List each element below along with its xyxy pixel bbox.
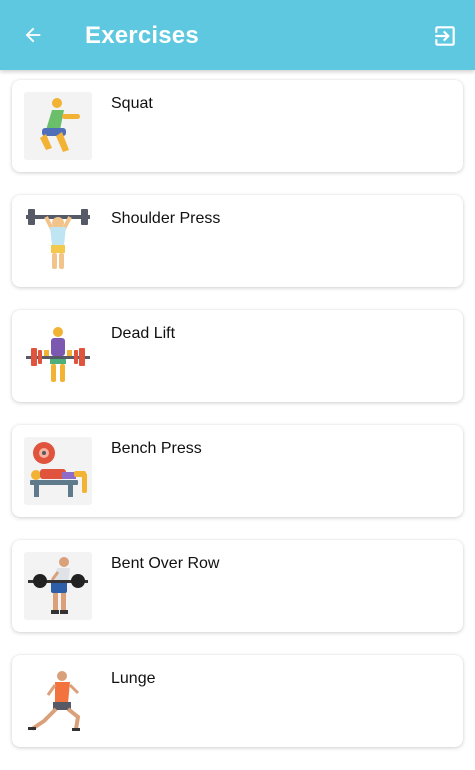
exit-button[interactable] [431, 22, 459, 50]
exercise-name: Bench Press [111, 440, 202, 457]
exercise-card-dead-lift[interactable]: Dead Lift [12, 310, 463, 402]
bent-over-row-illustration [24, 552, 92, 620]
exercise-name: Dead Lift [111, 325, 176, 342]
deadlift-illustration [24, 322, 92, 390]
exercise-card-bent-over-row[interactable]: Bent Over Row [12, 540, 463, 632]
exercise-name: Bent Over Row [111, 555, 220, 572]
exercise-name: Squat [111, 95, 153, 112]
exit-to-app-icon [435, 26, 455, 46]
exercise-name: Lunge [111, 670, 156, 687]
exercise-card-squat[interactable]: Squat [12, 80, 463, 172]
page-title: Exercises [85, 22, 199, 49]
bench-press-illustration [24, 437, 92, 505]
app-bar: Exercises [0, 0, 475, 70]
exercise-card-lunge[interactable]: Lunge [12, 655, 463, 747]
exercise-name: Shoulder Press [111, 210, 221, 227]
squat-illustration [24, 92, 92, 160]
exercise-list: Squat Shoulder Press Dead Lift Bench Pre… [12, 80, 463, 770]
lunge-illustration [24, 667, 92, 735]
exercise-card-shoulder-press[interactable]: Shoulder Press [12, 195, 463, 287]
back-button[interactable] [18, 20, 48, 50]
exercise-card-bench-press[interactable]: Bench Press [12, 425, 463, 517]
shoulder-press-illustration [24, 207, 92, 275]
arrow-left-icon [25, 27, 41, 43]
